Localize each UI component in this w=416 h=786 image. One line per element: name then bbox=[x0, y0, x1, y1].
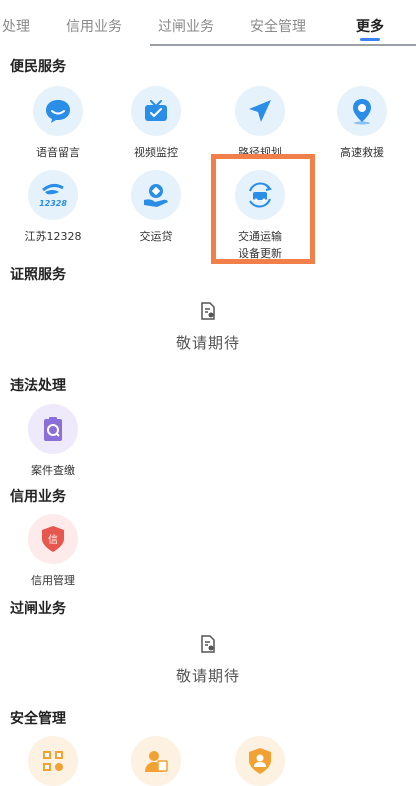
highlight-box bbox=[211, 154, 315, 264]
service-transport-loan[interactable]: 交运贷 bbox=[106, 170, 206, 245]
service-safety-shield[interactable] bbox=[210, 736, 310, 786]
section-title-lock: 过闸业务 bbox=[10, 601, 66, 617]
section-title-convenience: 便民服务 bbox=[10, 59, 66, 75]
service-highway-rescue[interactable]: 高速救援 bbox=[312, 86, 412, 161]
service-label: 案件查缴 bbox=[31, 464, 75, 477]
inspector-person-icon bbox=[131, 736, 181, 786]
navigation-arrow-icon bbox=[235, 86, 285, 136]
lock-empty-state: 敬请期待 bbox=[0, 635, 416, 686]
service-label: 高速救援 bbox=[340, 146, 384, 159]
qr-code-icon bbox=[28, 736, 78, 786]
tab-credit-business[interactable]: 信用业务 bbox=[66, 16, 122, 36]
document-icon bbox=[200, 635, 216, 653]
service-credit-management[interactable]: 信 信用管理 bbox=[3, 514, 103, 589]
chat-bubble-icon bbox=[33, 86, 83, 136]
tab-safety-management[interactable]: 安全管理 bbox=[250, 16, 306, 36]
service-case-inquiry[interactable]: 案件查缴 bbox=[3, 404, 103, 479]
service-inspector[interactable] bbox=[106, 736, 206, 786]
coming-soon-text: 敬请期待 bbox=[175, 667, 240, 685]
section-title-license: 证照服务 bbox=[10, 267, 66, 283]
service-route-planning[interactable]: 路径规划 bbox=[210, 86, 310, 161]
coming-soon-text: 敬请期待 bbox=[175, 334, 240, 352]
active-tab-indicator bbox=[360, 38, 380, 41]
tab-scroll-indicator bbox=[150, 44, 416, 46]
tv-icon bbox=[131, 86, 181, 136]
section-title-violation: 违法处理 bbox=[10, 378, 66, 394]
service-qr-code[interactable] bbox=[3, 736, 103, 786]
service-label: 信用管理 bbox=[31, 574, 75, 587]
loan-hand-icon bbox=[131, 170, 181, 220]
case-clipboard-icon bbox=[28, 404, 78, 454]
tab-lock-business[interactable]: 过闸业务 bbox=[158, 16, 214, 36]
service-jiangsu-12328[interactable]: 12328 江苏12328 bbox=[3, 170, 103, 245]
tab-more[interactable]: 更多 bbox=[356, 16, 384, 36]
service-label: 江苏12328 bbox=[24, 230, 82, 243]
service-label: 语音留言 bbox=[36, 146, 80, 159]
service-voice-message[interactable]: 语音留言 bbox=[8, 86, 108, 161]
tab-processing[interactable]: 处理 bbox=[2, 16, 30, 36]
document-icon bbox=[200, 302, 216, 320]
top-tab-bar: 处理 信用业务 过闸业务 安全管理 更多 bbox=[0, 0, 416, 48]
section-title-safety: 安全管理 bbox=[10, 711, 66, 727]
section-title-credit: 信用业务 bbox=[10, 489, 66, 505]
credit-shield-icon: 信 bbox=[28, 514, 78, 564]
safety-shield-person-icon bbox=[235, 736, 285, 786]
service-label: 视频监控 bbox=[134, 146, 178, 159]
svg-text:12328: 12328 bbox=[39, 199, 67, 208]
location-pin-icon bbox=[337, 86, 387, 136]
service-label: 交运贷 bbox=[139, 230, 173, 243]
license-empty-state: 敬请期待 bbox=[0, 302, 416, 353]
jiangsu-12328-logo-icon: 12328 bbox=[28, 170, 78, 220]
svg-text:信: 信 bbox=[48, 534, 58, 546]
service-video-monitor[interactable]: 视频监控 bbox=[106, 86, 206, 161]
